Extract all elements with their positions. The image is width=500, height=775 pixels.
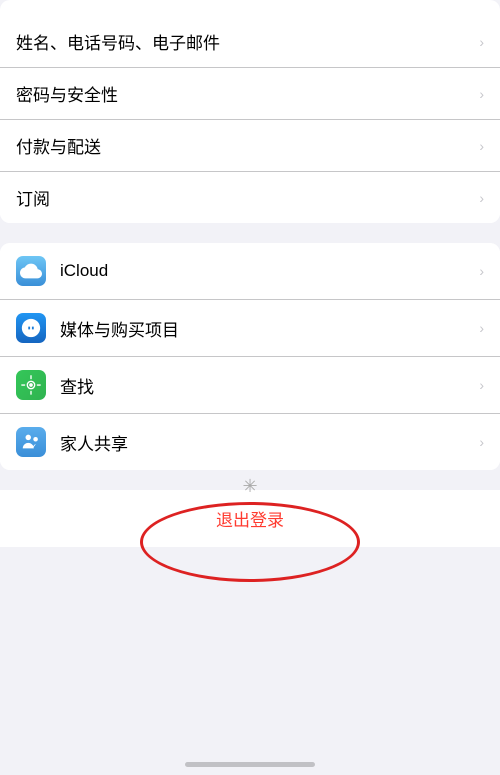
- chevron-icon: ›: [479, 263, 484, 279]
- password-security-label: 密码与安全性: [16, 81, 473, 106]
- logout-wrapper: ✳ 退出登录: [0, 490, 500, 547]
- icloud-item[interactable]: iCloud ›: [0, 243, 500, 300]
- chevron-icon: ›: [479, 34, 484, 50]
- chevron-icon: ›: [479, 320, 484, 336]
- chevron-icon: ›: [479, 190, 484, 206]
- icloud-icon: [16, 256, 46, 286]
- find-item[interactable]: 查找 ›: [0, 357, 500, 414]
- name-phone-email-label: 姓名、电话号码、电子邮件: [16, 29, 473, 54]
- settings-group-1: 姓名、电话号码、电子邮件 › 密码与安全性 › 付款与配送 › 订阅 ›: [0, 0, 500, 223]
- appstore-icon: [16, 313, 46, 343]
- media-purchases-item[interactable]: 媒体与购买项目 ›: [0, 300, 500, 357]
- icloud-label: iCloud: [60, 261, 473, 281]
- logout-group: 退出登录: [0, 490, 500, 547]
- payment-delivery-item[interactable]: 付款与配送 ›: [0, 120, 500, 172]
- family-sharing-icon: [16, 427, 46, 457]
- find-icon: [16, 370, 46, 400]
- family-sharing-label: 家人共享: [60, 430, 473, 455]
- payment-delivery-label: 付款与配送: [16, 133, 473, 158]
- media-purchases-label: 媒体与购买项目: [60, 316, 473, 341]
- chevron-icon: ›: [479, 377, 484, 393]
- chevron-icon: ›: [479, 86, 484, 102]
- name-phone-email-item[interactable]: 姓名、电话号码、电子邮件 ›: [0, 16, 500, 68]
- loading-icon: ✳: [242, 476, 257, 497]
- logout-button[interactable]: 退出登录: [0, 490, 500, 547]
- chevron-icon: ›: [479, 138, 484, 154]
- find-label: 查找: [60, 373, 473, 398]
- chevron-icon: ›: [479, 434, 484, 450]
- home-indicator: [185, 762, 315, 767]
- password-security-item[interactable]: 密码与安全性 ›: [0, 68, 500, 120]
- family-sharing-item[interactable]: 家人共享 ›: [0, 414, 500, 470]
- subscriptions-label: 订阅: [16, 185, 473, 210]
- logout-label: 退出登录: [216, 506, 284, 531]
- subscriptions-item[interactable]: 订阅 ›: [0, 172, 500, 223]
- settings-group-2: iCloud › 媒体与购买项目 › 查找 ›: [0, 243, 500, 470]
